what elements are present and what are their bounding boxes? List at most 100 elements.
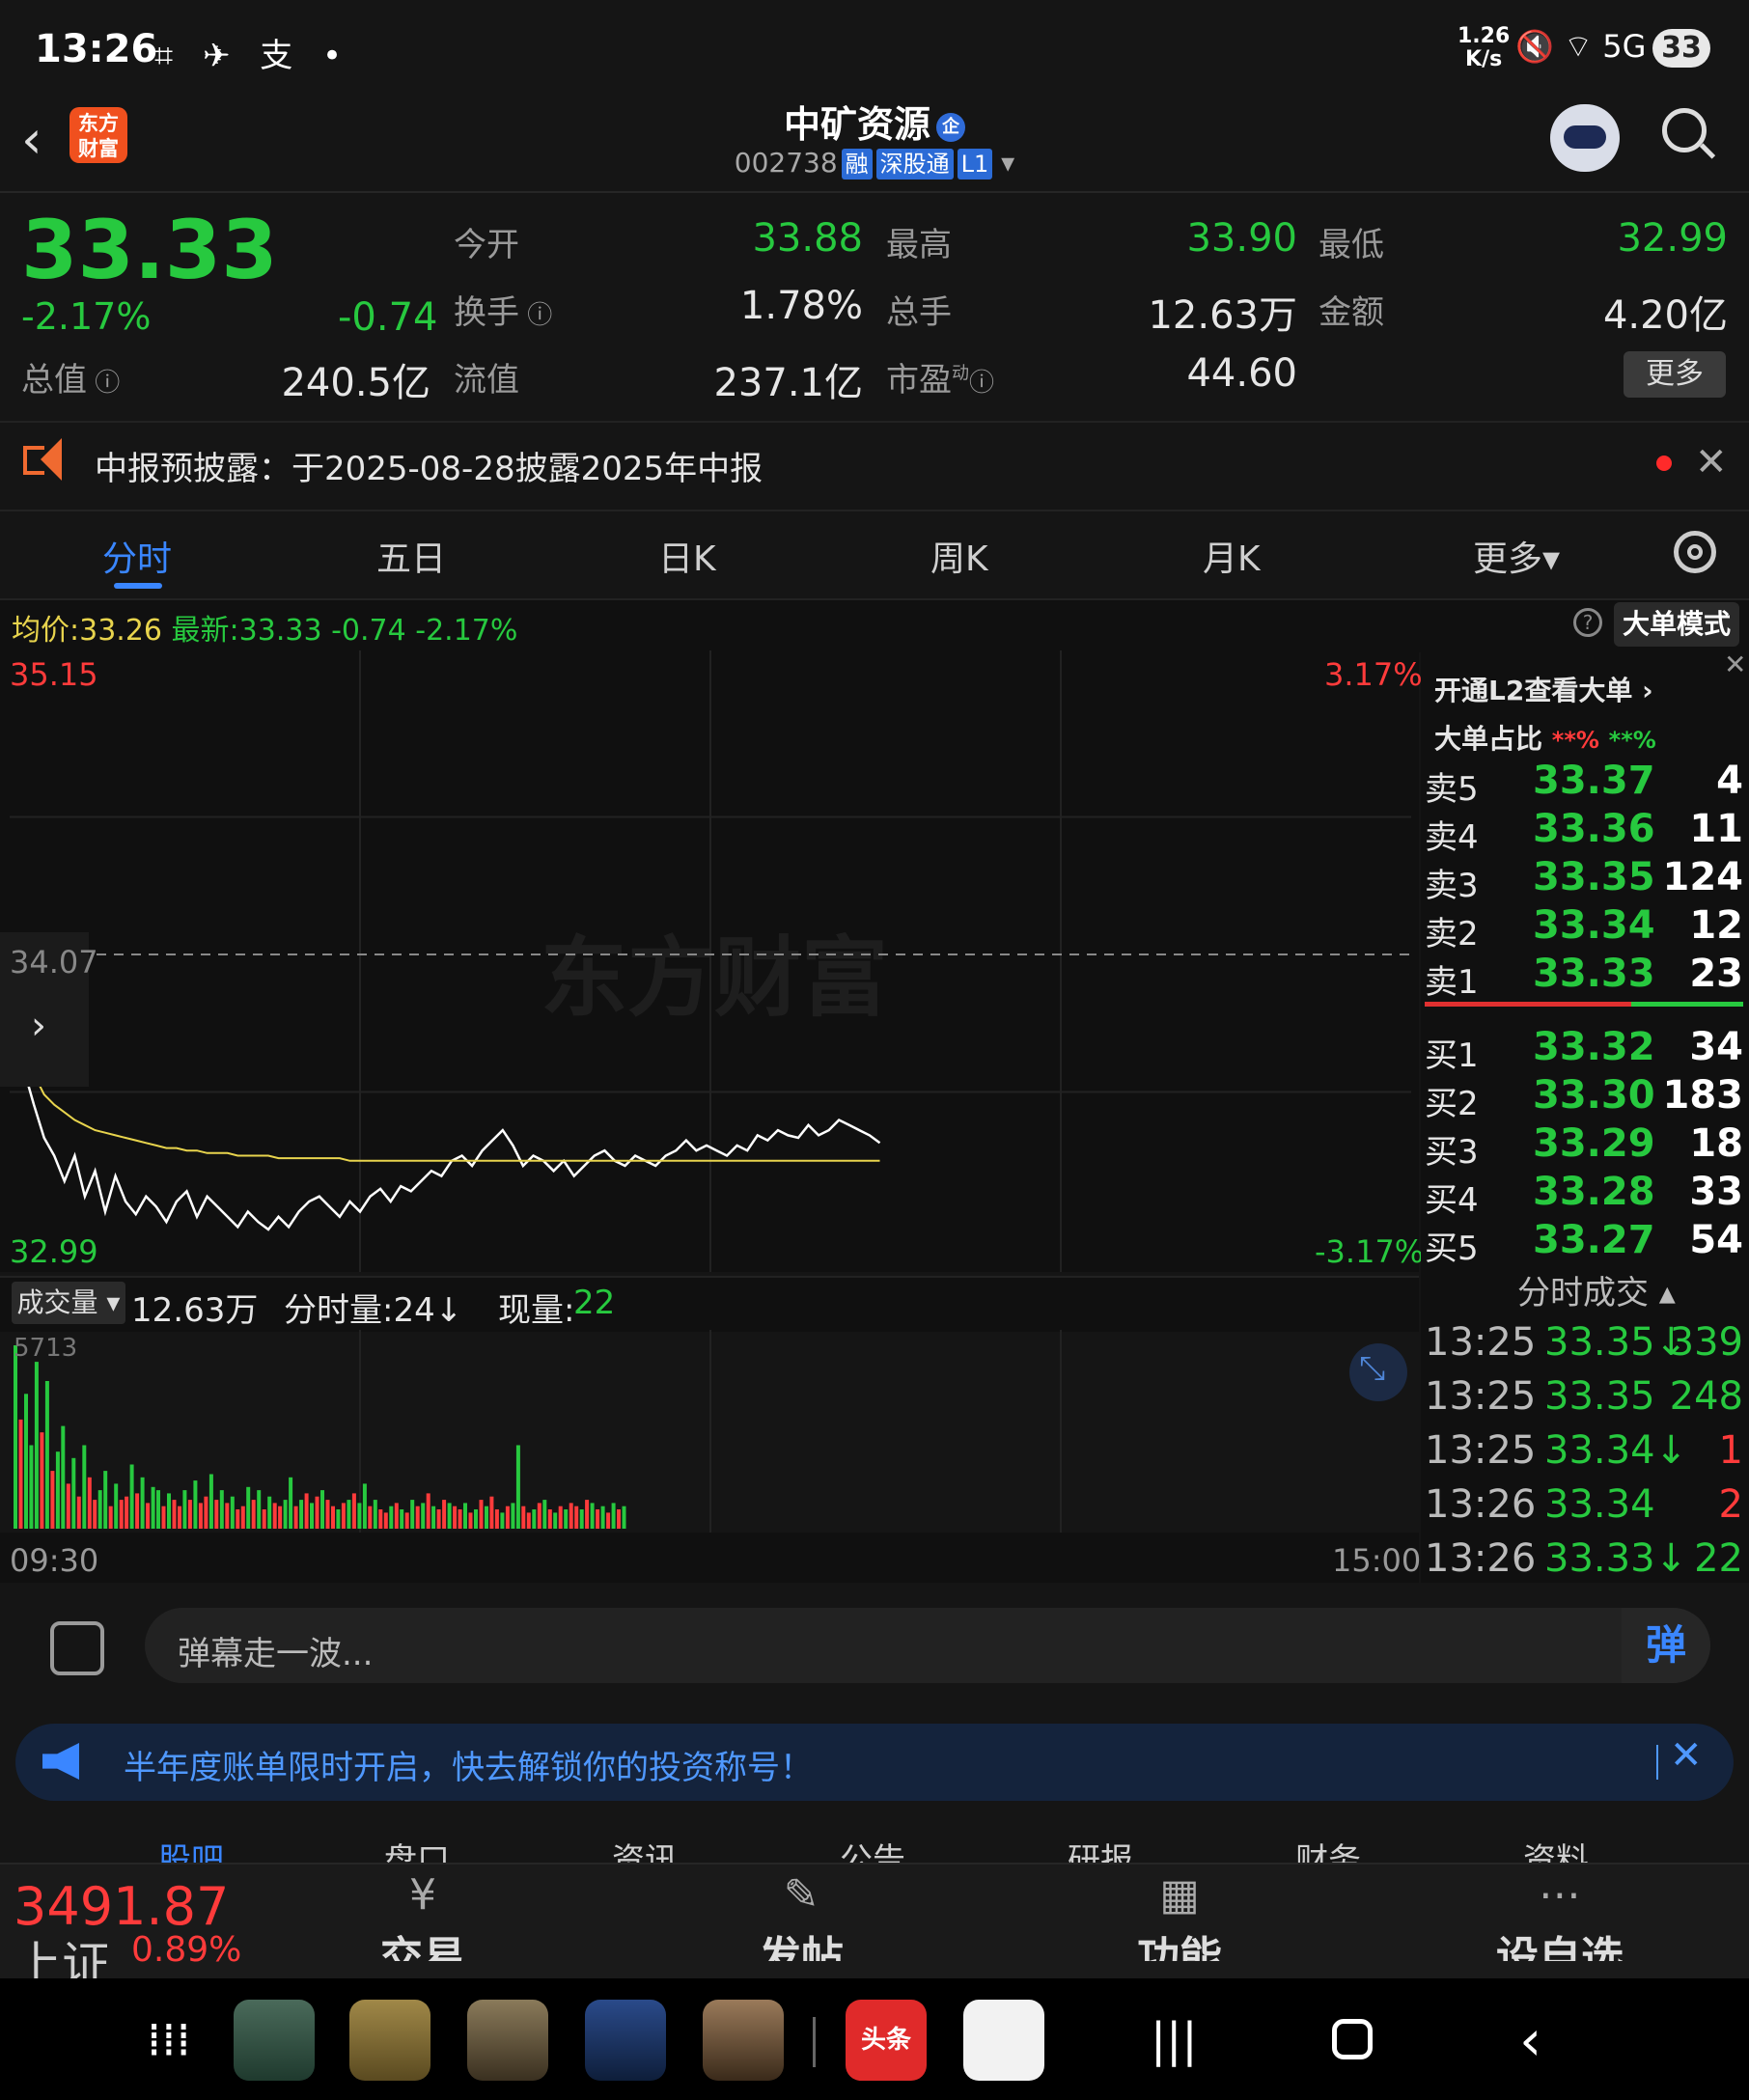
info-icon[interactable]: ⓘ (969, 369, 994, 398)
volume-bar (50, 1471, 55, 1529)
bank-app-icon[interactable] (963, 2000, 1044, 2081)
bid-row[interactable]: 买2 33.30 183 (1425, 1073, 1743, 1125)
tab-daily-k[interactable]: 日K (658, 531, 716, 581)
promo-text[interactable]: 半年度账单限时开启，快去解锁你的投资称号！ (124, 1741, 813, 1788)
add-watchlist-button[interactable]: ⋯ 设自选 (1463, 1868, 1656, 1975)
intraday-chart[interactable] (0, 650, 1419, 1272)
book-divider-green (1631, 1002, 1743, 1007)
close-icon[interactable]: ✕ (1724, 649, 1746, 680)
bid-row[interactable]: 买5 33.27 54 (1425, 1218, 1743, 1270)
volume-bar (257, 1490, 262, 1529)
danmaku-settings-icon[interactable] (50, 1621, 104, 1675)
latest-change: -0.74 (331, 614, 406, 648)
toutiao-app-icon[interactable]: 头条 (846, 2000, 927, 2081)
danmaku-toggle-button[interactable]: 弹 (1622, 1608, 1710, 1683)
ask-row[interactable]: 卖2 33.34 12 (1425, 903, 1743, 955)
volume-bar (219, 1490, 224, 1529)
promo-separator (1656, 1745, 1658, 1780)
ask-row[interactable]: 卖5 33.37 4 (1425, 759, 1743, 811)
pe-value: 44.60 (1186, 351, 1297, 396)
ask-row[interactable]: 卖3 33.35 124 (1425, 855, 1743, 907)
tab-intraday[interactable]: 分时 (102, 531, 172, 581)
volume-chart[interactable] (0, 1330, 1419, 1533)
ask-label: 卖2 (1425, 915, 1479, 953)
tab-five-day[interactable]: 五日 (376, 531, 446, 581)
bid-label: 买1 (1425, 1036, 1479, 1075)
tab-more[interactable]: 更多▾ (1473, 531, 1560, 581)
chevron-right-icon[interactable]: › (31, 1004, 46, 1048)
danmaku-placeholder[interactable]: 弹幕走一波... (178, 1627, 373, 1674)
float-cap-label: 流值 (454, 361, 519, 400)
pe-label[interactable]: 市盈动ⓘ (886, 353, 994, 401)
volume-bar (108, 1506, 113, 1529)
connect-tag: 深股通 (875, 149, 954, 180)
market-cap-label[interactable]: 总值 ⓘ (21, 353, 120, 401)
bid-row[interactable]: 买1 33.32 34 (1425, 1025, 1743, 1077)
ask-label: 卖3 (1425, 867, 1479, 905)
features-button[interactable]: ▦ 功能 (1083, 1868, 1276, 1975)
volume-bar (494, 1509, 499, 1529)
system-back-button[interactable]: ‹ (1519, 2007, 1541, 2073)
close-icon[interactable]: ✕ (1670, 1733, 1703, 1778)
camera-app-icon[interactable] (703, 2000, 784, 2081)
ticks-title[interactable]: 分时成交 ▴ (1517, 1266, 1676, 1313)
volume-bar (304, 1493, 309, 1529)
hello-app-icon[interactable] (349, 2000, 430, 2081)
low-label: 最低 (1319, 226, 1384, 264)
home-button[interactable] (1332, 2019, 1373, 2059)
add-watchlist-label: 设自选 (1496, 1933, 1624, 1961)
volume-bar (40, 1432, 44, 1529)
tick-row: 13:26 33.33↓ 22 (1425, 1536, 1743, 1587)
tab-monthly-k[interactable]: 月K (1203, 531, 1261, 581)
ask-label: 卖1 (1425, 963, 1479, 1002)
volume-bar (29, 1445, 34, 1529)
more-quote-button[interactable]: 更多 (1624, 351, 1726, 398)
ask-row[interactable]: 卖4 33.36 11 (1425, 807, 1743, 859)
info-icon[interactable]: ⓘ (87, 369, 120, 398)
recent-apps-button[interactable]: ||| (1151, 2013, 1198, 2067)
app-drawer-icon[interactable]: ⁞⁞⁞ (147, 2013, 191, 2067)
volume-bar (214, 1500, 219, 1529)
volume-bar (468, 1512, 473, 1529)
chevron-down-icon[interactable]: ▾ (992, 147, 1014, 179)
l2-upgrade-link[interactable]: 开通L2查看大单 › (1434, 670, 1653, 708)
volume-bar (119, 1500, 124, 1529)
volume-bar (156, 1490, 160, 1529)
amount-value: 4.20亿 (1602, 293, 1728, 338)
volume-bar (114, 1483, 119, 1529)
notice-text[interactable]: 中报预披露：于2025-08-28披露2025年中报 (95, 442, 763, 489)
volume-bar (442, 1500, 447, 1529)
volume-bar (55, 1451, 60, 1529)
close-icon[interactable]: ✕ (1695, 440, 1728, 484)
phone-app-icon[interactable] (234, 2000, 315, 2081)
book-divider-red (1425, 1002, 1631, 1007)
ask-price: 33.37 (1533, 759, 1655, 803)
volume-bar (394, 1503, 399, 1529)
axis-top-pct: 3.17% (1324, 656, 1423, 693)
trade-button[interactable]: ¥ 交易 (326, 1868, 519, 1975)
turnover-label[interactable]: 换手 ⓘ (454, 286, 552, 333)
indicator-dropdown[interactable]: 成交量 ▾ (12, 1282, 125, 1324)
stock-name: 中矿资源 (783, 103, 930, 146)
bid-row[interactable]: 买4 33.28 33 (1425, 1170, 1743, 1222)
danmaku-input[interactable] (145, 1608, 1710, 1683)
post-button[interactable]: ✎ 发帖 (705, 1868, 898, 1975)
bid-row[interactable]: 买3 33.29 18 (1425, 1121, 1743, 1174)
tick-price: 33.33↓ (1544, 1536, 1688, 1581)
volume-bar (262, 1509, 266, 1529)
pe-superscript: 动 (952, 363, 969, 384)
axis-prev-close: 34.07 (10, 944, 98, 981)
index-change-pct[interactable]: 0.89% (131, 1930, 241, 1970)
gallery-app-icon[interactable] (585, 2000, 666, 2081)
ask-row[interactable]: 卖1 33.33 23 (1425, 952, 1743, 1004)
internet-app-icon[interactable] (467, 2000, 548, 2081)
tab-weekly-k[interactable]: 周K (930, 531, 988, 581)
ratio-label: 大单占比 (1434, 723, 1543, 755)
help-icon[interactable]: ? (1573, 608, 1602, 637)
volume-bar (14, 1345, 17, 1529)
info-icon[interactable]: ⓘ (519, 301, 552, 330)
stock-code: 002738 (734, 147, 838, 179)
big-order-mode-button[interactable]: 大单模式 (1614, 602, 1739, 647)
stock-code-row[interactable]: 002738 融深股通 L1 ▾ (0, 147, 1749, 180)
volume-bar (479, 1500, 484, 1529)
